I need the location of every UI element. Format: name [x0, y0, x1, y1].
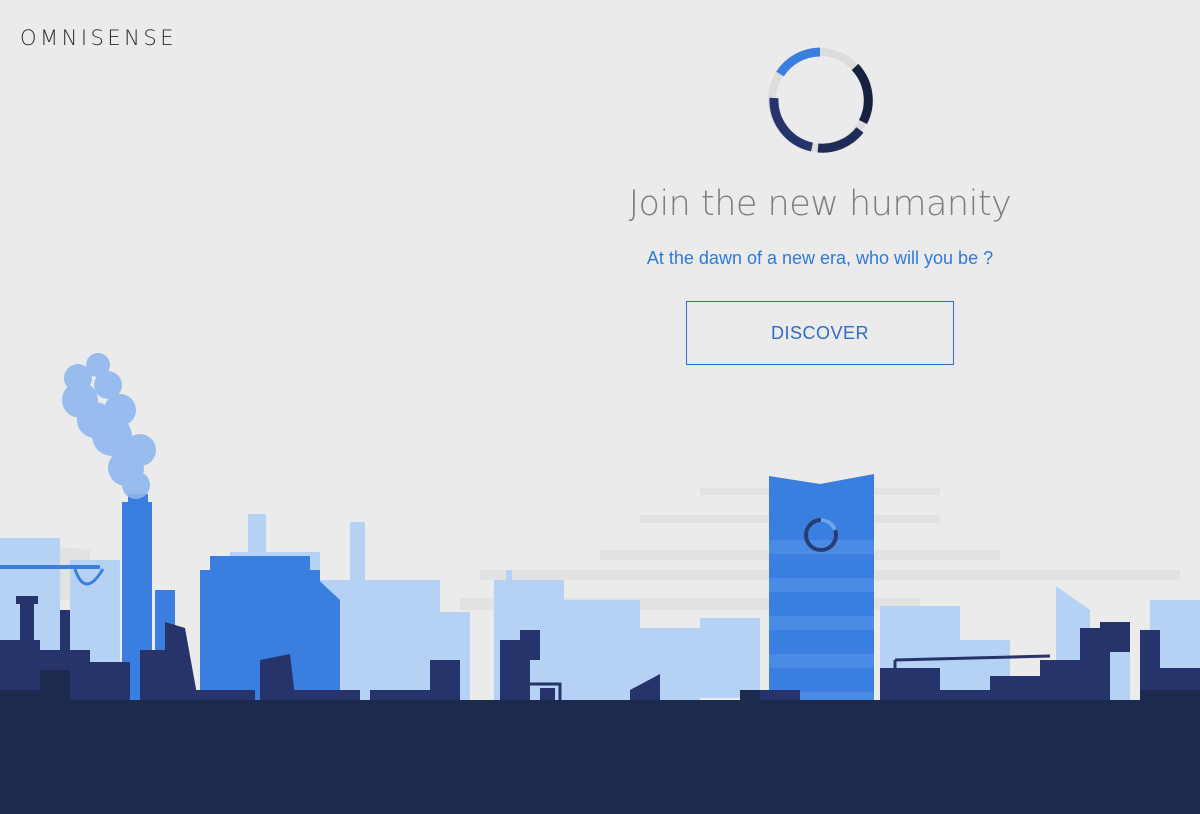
- hero-headline: Join the new humanity: [628, 184, 1012, 224]
- city-skyline-illustration: [0, 353, 1200, 814]
- hero-section: Join the new humanity At the dawn of a n…: [620, 40, 1020, 365]
- hero-subline: At the dawn of a new era, who will you b…: [646, 248, 994, 268]
- brand-logo[interactable]: OMNISENSE: [20, 26, 177, 50]
- loader-ring-icon: [768, 47, 873, 153]
- smoke-icon: [62, 353, 156, 499]
